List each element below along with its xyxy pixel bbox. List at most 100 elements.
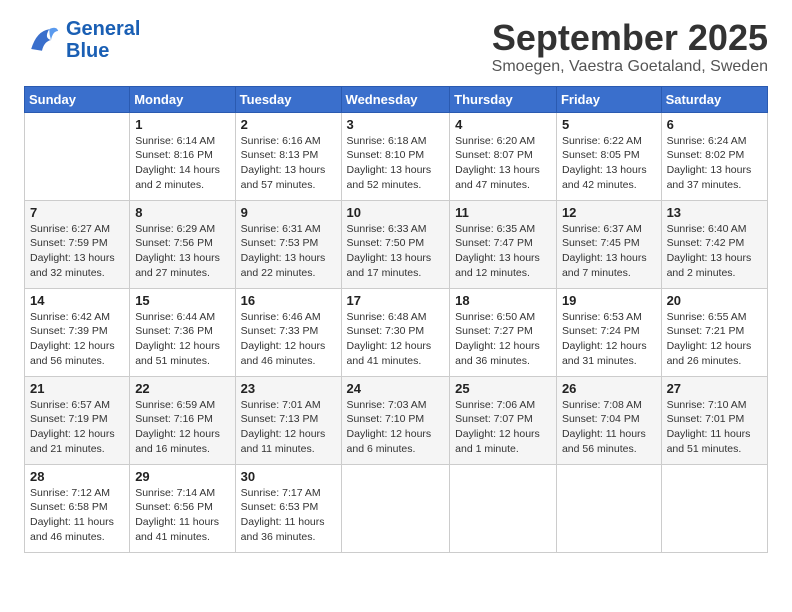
- page: General Blue September 2025 Smoegen, Vae…: [0, 0, 792, 565]
- title-block: September 2025 Smoegen, Vaestra Goetalan…: [492, 18, 768, 76]
- day-number: 18: [455, 293, 551, 308]
- calendar-cell: 8Sunrise: 6:29 AMSunset: 7:56 PMDaylight…: [130, 200, 235, 288]
- calendar-cell: 26 Sunrise: 7:08 AMSunset: 7:04 PMDayligh…: [556, 376, 661, 464]
- day-info: Sunrise: 6:14 AMSunset: 8:16 PMDaylight:…: [135, 134, 229, 193]
- day-number: 22: [135, 381, 229, 396]
- day-number: 17: [347, 293, 445, 308]
- calendar-cell: 14 Sunrise: 6:42 AMSunset: 7:39 PMDayligh…: [25, 288, 130, 376]
- day-number: 14: [30, 293, 124, 308]
- calendar-cell: 2 Sunrise: 6:16 AMSunset: 8:13 PMDaylight…: [235, 112, 341, 200]
- calendar-cell: [661, 464, 767, 552]
- day-number: 25: [455, 381, 551, 396]
- day-number: 27: [667, 381, 762, 396]
- month-title: September 2025: [492, 18, 768, 58]
- calendar-cell: 19 Sunrise: 6:53 AMSunset: 7:24 PMDayligh…: [556, 288, 661, 376]
- calendar-cell: 10Sunrise: 6:33 AMSunset: 7:50 PMDayligh…: [341, 200, 450, 288]
- day-number: 13: [667, 205, 762, 220]
- day-info: Sunrise: 6:46 AMSunset: 7:33 PMDaylight:…: [241, 310, 336, 369]
- calendar-cell: 18 Sunrise: 6:50 AMSunset: 7:27 PMDayligh…: [450, 288, 557, 376]
- calendar-cell: 5 Sunrise: 6:22 AMSunset: 8:05 PMDaylight…: [556, 112, 661, 200]
- calendar-cell: 15 Sunrise: 6:44 AMSunset: 7:36 PMDayligh…: [130, 288, 235, 376]
- day-info: Sunrise: 6:18 AMSunset: 8:10 PMDaylight:…: [347, 134, 445, 193]
- logo-text: General Blue: [66, 18, 140, 62]
- logo: General Blue: [24, 18, 140, 62]
- day-info: Sunrise: 6:42 AMSunset: 7:39 PMDaylight:…: [30, 310, 124, 369]
- calendar-cell: 11 Sunrise: 6:35 AMSunset: 7:47 PMDayligh…: [450, 200, 557, 288]
- day-number: 1: [135, 117, 229, 132]
- day-number: 11: [455, 205, 551, 220]
- calendar-week-row: 1 Sunrise: 6:14 AMSunset: 8:16 PMDaylight…: [25, 112, 768, 200]
- day-info: Sunrise: 6:35 AMSunset: 7:47 PMDaylight:…: [455, 222, 551, 281]
- day-info: Sunrise: 6:37 AMSunset: 7:45 PMDaylight:…: [562, 222, 656, 281]
- day-number: 6: [667, 117, 762, 132]
- calendar-cell: 13 Sunrise: 6:40 AMSunset: 7:42 PMDayligh…: [661, 200, 767, 288]
- calendar-body: 1 Sunrise: 6:14 AMSunset: 8:16 PMDaylight…: [25, 112, 768, 552]
- col-thursday: Thursday: [450, 86, 557, 112]
- day-number: 8: [135, 205, 229, 220]
- day-info: Sunrise: 6:33 AMSunset: 7:50 PMDaylight:…: [347, 222, 445, 281]
- calendar-cell: 16 Sunrise: 6:46 AMSunset: 7:33 PMDayligh…: [235, 288, 341, 376]
- day-number: 3: [347, 117, 445, 132]
- day-info: Sunrise: 6:44 AMSunset: 7:36 PMDaylight:…: [135, 310, 229, 369]
- calendar-cell: 24 Sunrise: 7:03 AMSunset: 7:10 PMDayligh…: [341, 376, 450, 464]
- day-info: Sunrise: 6:22 AMSunset: 8:05 PMDaylight:…: [562, 134, 656, 193]
- day-number: 26: [562, 381, 656, 396]
- day-number: 9: [241, 205, 336, 220]
- calendar-cell: 25 Sunrise: 7:06 AMSunset: 7:07 PMDayligh…: [450, 376, 557, 464]
- calendar-cell: 3 Sunrise: 6:18 AMSunset: 8:10 PMDaylight…: [341, 112, 450, 200]
- col-wednesday: Wednesday: [341, 86, 450, 112]
- day-number: 7: [30, 205, 124, 220]
- col-tuesday: Tuesday: [235, 86, 341, 112]
- day-number: 19: [562, 293, 656, 308]
- day-info: Sunrise: 7:01 AMSunset: 7:13 PMDaylight:…: [241, 398, 336, 457]
- day-number: 23: [241, 381, 336, 396]
- calendar-cell: [450, 464, 557, 552]
- calendar-cell: 27 Sunrise: 7:10 AMSunset: 7:01 PMDayligh…: [661, 376, 767, 464]
- day-info: Sunrise: 6:53 AMSunset: 7:24 PMDaylight:…: [562, 310, 656, 369]
- day-info: Sunrise: 6:50 AMSunset: 7:27 PMDaylight:…: [455, 310, 551, 369]
- calendar-cell: 7Sunrise: 6:27 AMSunset: 7:59 PMDaylight…: [25, 200, 130, 288]
- calendar-cell: 22 Sunrise: 6:59 AMSunset: 7:16 PMDayligh…: [130, 376, 235, 464]
- calendar-week-row: 28Sunrise: 7:12 AMSunset: 6:58 PMDayligh…: [25, 464, 768, 552]
- calendar-cell: [556, 464, 661, 552]
- location-subtitle: Smoegen, Vaestra Goetaland, Sweden: [492, 58, 768, 76]
- day-number: 5: [562, 117, 656, 132]
- day-info: Sunrise: 6:16 AMSunset: 8:13 PMDaylight:…: [241, 134, 336, 193]
- calendar-cell: 4Sunrise: 6:20 AMSunset: 8:07 PMDaylight…: [450, 112, 557, 200]
- calendar-cell: 17 Sunrise: 6:48 AMSunset: 7:30 PMDayligh…: [341, 288, 450, 376]
- calendar-table: Sunday Monday Tuesday Wednesday Thursday…: [24, 86, 768, 553]
- calendar-week-row: 14 Sunrise: 6:42 AMSunset: 7:39 PMDayligh…: [25, 288, 768, 376]
- day-info: Sunrise: 6:57 AMSunset: 7:19 PMDaylight:…: [30, 398, 124, 457]
- calendar-header-row: Sunday Monday Tuesday Wednesday Thursday…: [25, 86, 768, 112]
- calendar-cell: 20 Sunrise: 6:55 AMSunset: 7:21 PMDayligh…: [661, 288, 767, 376]
- day-info: Sunrise: 7:08 AMSunset: 7:04 PMDaylight:…: [562, 398, 656, 457]
- calendar-cell: [25, 112, 130, 200]
- calendar-cell: [341, 464, 450, 552]
- day-info: Sunrise: 7:03 AMSunset: 7:10 PMDaylight:…: [347, 398, 445, 457]
- calendar-cell: 6 Sunrise: 6:24 AMSunset: 8:02 PMDaylight…: [661, 112, 767, 200]
- day-info: Sunrise: 6:48 AMSunset: 7:30 PMDaylight:…: [347, 310, 445, 369]
- day-info: Sunrise: 6:59 AMSunset: 7:16 PMDaylight:…: [135, 398, 229, 457]
- col-saturday: Saturday: [661, 86, 767, 112]
- col-monday: Monday: [130, 86, 235, 112]
- day-number: 15: [135, 293, 229, 308]
- day-number: 2: [241, 117, 336, 132]
- calendar-cell: 30Sunrise: 7:17 AMSunset: 6:53 PMDayligh…: [235, 464, 341, 552]
- day-number: 24: [347, 381, 445, 396]
- day-info: Sunrise: 7:10 AMSunset: 7:01 PMDaylight:…: [667, 398, 762, 457]
- day-number: 16: [241, 293, 336, 308]
- day-info: Sunrise: 7:06 AMSunset: 7:07 PMDaylight:…: [455, 398, 551, 457]
- calendar-week-row: 7Sunrise: 6:27 AMSunset: 7:59 PMDaylight…: [25, 200, 768, 288]
- calendar-week-row: 21 Sunrise: 6:57 AMSunset: 7:19 PMDayligh…: [25, 376, 768, 464]
- day-info: Sunrise: 6:31 AMSunset: 7:53 PMDaylight:…: [241, 222, 336, 281]
- calendar-cell: 29Sunrise: 7:14 AMSunset: 6:56 PMDayligh…: [130, 464, 235, 552]
- header: General Blue September 2025 Smoegen, Vae…: [24, 18, 768, 76]
- day-info: Sunrise: 6:40 AMSunset: 7:42 PMDaylight:…: [667, 222, 762, 281]
- day-number: 20: [667, 293, 762, 308]
- day-info: Sunrise: 6:55 AMSunset: 7:21 PMDaylight:…: [667, 310, 762, 369]
- day-number: 29: [135, 469, 229, 484]
- day-info: Sunrise: 6:24 AMSunset: 8:02 PMDaylight:…: [667, 134, 762, 193]
- day-number: 21: [30, 381, 124, 396]
- calendar-cell: 1 Sunrise: 6:14 AMSunset: 8:16 PMDaylight…: [130, 112, 235, 200]
- calendar-cell: 9 Sunrise: 6:31 AMSunset: 7:53 PMDaylight…: [235, 200, 341, 288]
